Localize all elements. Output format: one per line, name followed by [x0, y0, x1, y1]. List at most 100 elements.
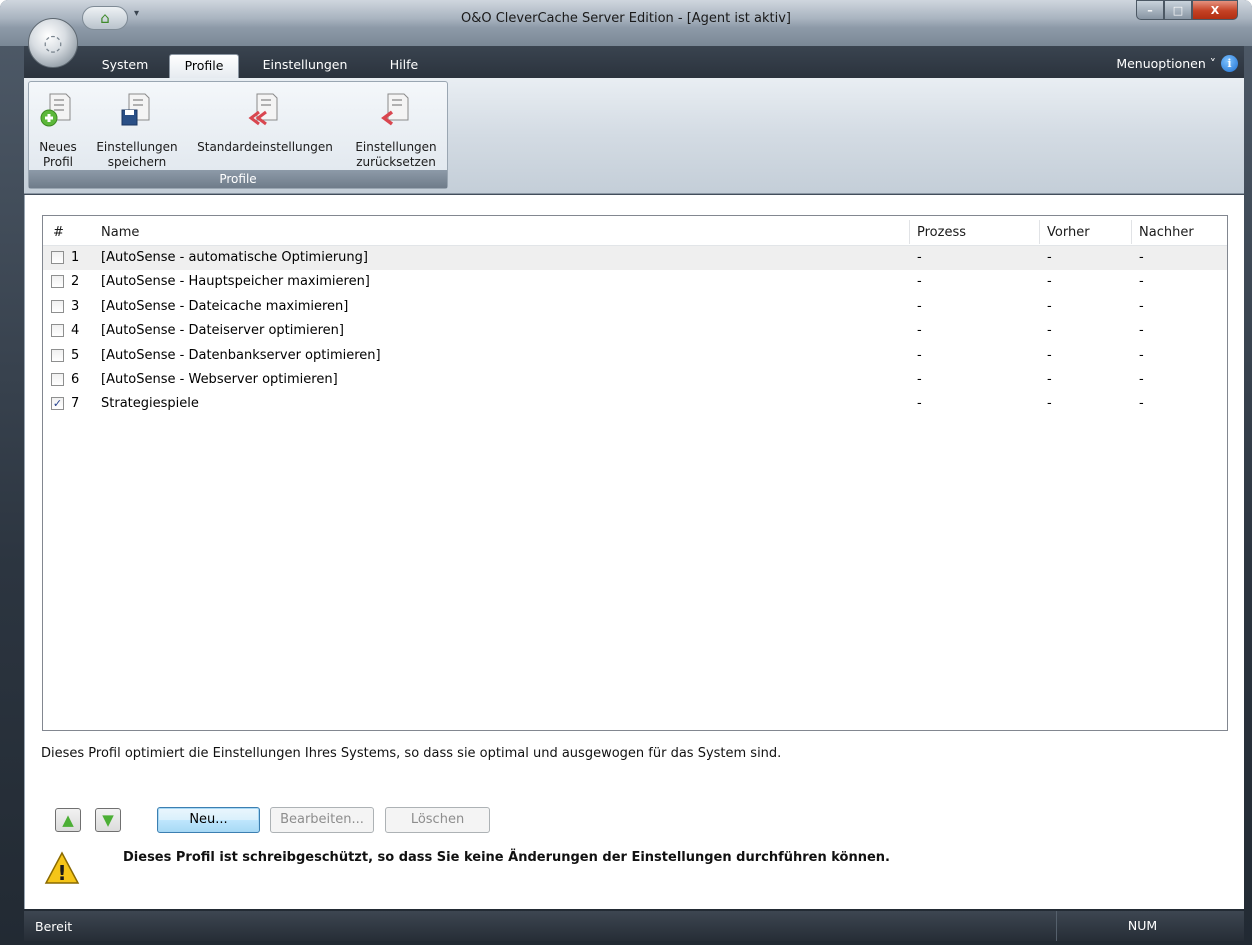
ribbon-group-profile: Neues Profil Einstellungen speichern Sta…	[28, 81, 448, 189]
row-vorher: -	[1047, 347, 1052, 363]
move-down-button[interactable]: ▼	[95, 808, 121, 832]
default-settings-button[interactable]: Standardeinstellungen	[187, 86, 343, 155]
row-name: Strategiespiele	[101, 396, 199, 412]
profile-list[interactable]: # Name Prozess Vorher Nachher 1 [AutoSen…	[42, 215, 1228, 731]
row-nachher: -	[1139, 274, 1144, 290]
row-nachher: -	[1139, 347, 1144, 363]
reset-settings-label-1: Einstellungen	[355, 140, 437, 154]
row-nachher: -	[1139, 323, 1144, 339]
app-logo-icon: ◌	[43, 30, 63, 56]
ribbon-group-label: Profile	[29, 170, 447, 188]
minimize-button[interactable]: –	[1136, 0, 1164, 20]
row-checkbox[interactable]	[51, 324, 64, 338]
list-header: # Name Prozess Vorher Nachher	[43, 216, 1227, 246]
window-title: O&O CleverCache Server Edition - [Agent …	[461, 11, 791, 26]
column-header-name[interactable]: Name	[101, 225, 139, 240]
row-vorher: -	[1047, 371, 1052, 387]
warning-exclamation: !	[57, 861, 66, 885]
row-nachher: -	[1139, 371, 1144, 387]
table-row[interactable]: 2 [AutoSense - Hauptspeicher maximieren]…	[43, 270, 1227, 294]
tab-system[interactable]: System	[90, 54, 160, 78]
row-nachher: -	[1139, 396, 1144, 412]
row-prozess: -	[917, 347, 922, 363]
new-profile-button[interactable]: Neues Profil	[35, 86, 81, 170]
maximize-icon: □	[1172, 3, 1184, 17]
row-prozess: -	[917, 250, 922, 265]
row-prozess: -	[917, 396, 922, 412]
column-separator[interactable]	[1039, 220, 1040, 244]
default-settings-icon	[247, 86, 283, 136]
row-prozess: -	[917, 371, 922, 387]
row-prozess: -	[917, 323, 922, 339]
ribbon-panel: Neues Profil Einstellungen speichern Sta…	[24, 78, 1244, 194]
delete-button[interactable]: Löschen	[385, 807, 490, 833]
minimize-icon: –	[1147, 3, 1153, 17]
reset-settings-icon	[378, 86, 414, 136]
edit-button[interactable]: Bearbeiten...	[270, 807, 374, 833]
maximize-button[interactable]: □	[1164, 0, 1192, 20]
tab-profile[interactable]: Profile	[169, 54, 239, 78]
reset-settings-label-2: zurücksetzen	[356, 155, 436, 169]
table-row[interactable]: ✓ 7 Strategiespiele - - -	[43, 392, 1227, 416]
row-number: 2	[71, 274, 80, 290]
row-checkbox[interactable]	[51, 372, 64, 386]
row-vorher: -	[1047, 323, 1052, 339]
row-name: [AutoSense - Dateiserver optimieren]	[101, 323, 344, 339]
column-header-number[interactable]: #	[53, 225, 64, 240]
main-content: # Name Prozess Vorher Nachher 1 [AutoSen…	[24, 195, 1244, 909]
row-name: [AutoSense - Dateicache maximieren]	[101, 298, 349, 314]
row-number: 5	[71, 347, 80, 363]
row-nachher: -	[1139, 298, 1144, 314]
app-window: ⌂ ▾ O&O CleverCache Server Edition - [Ag…	[0, 0, 1252, 945]
close-icon: X	[1210, 3, 1220, 17]
column-header-prozess[interactable]: Prozess	[917, 225, 966, 240]
window-controls: – □ X	[1136, 0, 1238, 20]
row-checkbox[interactable]	[51, 299, 64, 313]
column-header-nachher[interactable]: Nachher	[1139, 225, 1194, 240]
column-header-vorher[interactable]: Vorher	[1047, 225, 1090, 240]
info-icon[interactable]: i	[1221, 55, 1238, 72]
new-button[interactable]: Neu...	[157, 807, 260, 833]
new-profile-icon	[40, 86, 76, 136]
menuoptionen-dropdown[interactable]: Menuoptionen ˅	[1116, 56, 1216, 71]
app-orb-button[interactable]: ◌	[28, 18, 78, 68]
ribbon-tab-bar: System Profile Einstellungen Hilfe Menuo…	[24, 46, 1244, 78]
row-vorher: -	[1047, 250, 1052, 265]
close-button[interactable]: X	[1192, 0, 1238, 20]
column-separator[interactable]	[1131, 220, 1132, 244]
row-number: 1	[71, 250, 80, 265]
row-checkbox[interactable]	[51, 251, 64, 264]
save-settings-label-2: speichern	[107, 155, 167, 169]
save-settings-label-1: Einstellungen	[96, 140, 178, 154]
tab-hilfe[interactable]: Hilfe	[379, 54, 429, 78]
status-text: Bereit	[35, 919, 73, 934]
row-name: [AutoSense - automatische Optimierung]	[101, 250, 368, 265]
table-row[interactable]: 6 [AutoSense - Webserver optimieren] - -…	[43, 368, 1227, 392]
new-profile-label-2: Profil	[43, 155, 73, 169]
row-number: 6	[71, 371, 80, 387]
row-checkbox[interactable]: ✓	[51, 397, 64, 411]
arrow-down-icon: ▼	[102, 811, 114, 829]
save-settings-icon	[119, 86, 155, 136]
row-prozess: -	[917, 298, 922, 314]
row-nachher: -	[1139, 250, 1144, 265]
default-settings-label: Standardeinstellungen	[197, 140, 333, 154]
table-row[interactable]: 4 [AutoSense - Dateiserver optimieren] -…	[43, 319, 1227, 343]
row-name: [AutoSense - Hauptspeicher maximieren]	[101, 274, 370, 290]
table-row[interactable]: 5 [AutoSense - Datenbankserver optimiere…	[43, 344, 1227, 368]
row-name: [AutoSense - Datenbankserver optimieren]	[101, 347, 381, 363]
tab-einstellungen[interactable]: Einstellungen	[250, 54, 360, 78]
row-checkbox[interactable]	[51, 275, 64, 289]
list-body: 1 [AutoSense - automatische Optimierung]…	[43, 246, 1227, 417]
warning-icon: !	[44, 851, 80, 885]
title-bar: ⌂ ▾ O&O CleverCache Server Edition - [Ag…	[0, 0, 1252, 46]
row-vorher: -	[1047, 274, 1052, 290]
arrow-up-icon: ▲	[62, 811, 74, 829]
table-row[interactable]: 3 [AutoSense - Dateicache maximieren] - …	[43, 295, 1227, 319]
save-settings-button[interactable]: Einstellungen speichern	[87, 86, 187, 170]
table-row[interactable]: 1 [AutoSense - automatische Optimierung]…	[43, 246, 1227, 271]
move-up-button[interactable]: ▲	[55, 808, 81, 832]
reset-settings-button[interactable]: Einstellungen zurücksetzen	[347, 86, 445, 170]
row-checkbox[interactable]	[51, 348, 64, 362]
column-separator[interactable]	[909, 220, 910, 244]
